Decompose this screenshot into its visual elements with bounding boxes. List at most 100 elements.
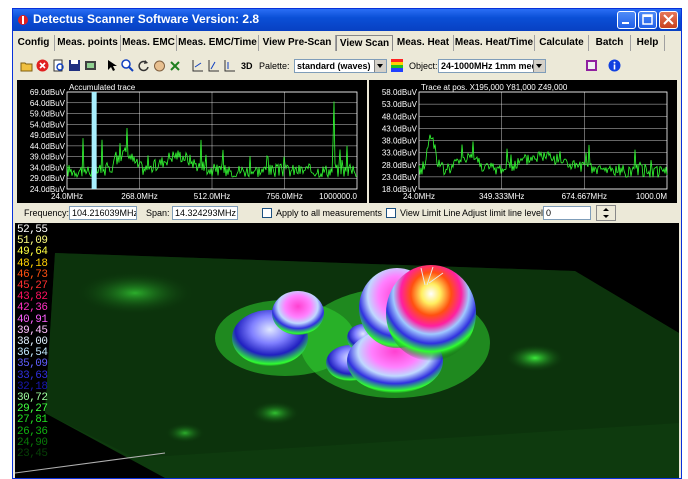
x-tick-label: 512.0MHz <box>194 192 230 201</box>
object-select-value: 24-1000MHz 1mm med <box>441 61 538 71</box>
y-tick-label: 59.0dBuV <box>30 110 66 119</box>
adjust-limit-label: Adjust limit line level: <box>462 208 546 218</box>
palette-colors-icon[interactable] <box>391 59 403 72</box>
x-tick-label: 1000000.0 <box>319 192 357 201</box>
menu-tab-meas-heat[interactable]: Meas. Heat <box>393 35 454 51</box>
title-bar[interactable]: Detectus Scanner Software Version: 2.8 <box>13 9 681 31</box>
color-scale-value: 35,09 <box>17 358 48 371</box>
y-tick-label: 49.0dBuV <box>30 131 66 140</box>
y-tick-label: 43.0dBuV <box>382 124 418 133</box>
graph-title: Accumulated trace <box>69 83 136 92</box>
export-icon[interactable] <box>84 59 97 72</box>
object-select[interactable]: 24-1000MHz 1mm med <box>438 59 546 73</box>
y-tick-label: 69.0dBuV <box>30 88 66 97</box>
axis-z-icon[interactable] <box>223 59 236 72</box>
frequency-input[interactable]: 104.216039MHz <box>69 206 137 220</box>
info-icon[interactable] <box>608 59 621 72</box>
y-tick-label: 64.0dBuV <box>30 99 66 108</box>
color-scale-value: 33,63 <box>17 369 48 382</box>
rotate-icon[interactable] <box>137 59 150 72</box>
frequency-label: Frequency: <box>24 208 70 218</box>
frequency-controls: Frequency: 104.216039MHz Span: 14.324293… <box>13 204 681 222</box>
y-tick-label: 39.0dBuV <box>30 153 66 162</box>
menu-tab-view-pre-scan[interactable]: View Pre-Scan <box>259 35 336 51</box>
y-tick-label: 48.0dBuV <box>382 112 418 121</box>
chevron-down-icon[interactable] <box>374 60 386 72</box>
apply-all-label: Apply to all measurements <box>276 208 383 218</box>
3d-surface-plot[interactable] <box>15 223 679 478</box>
x-tick-label: 24.0MHz <box>403 192 435 201</box>
axis-x-icon[interactable] <box>191 59 204 72</box>
y-tick-label: 28.0dBuV <box>382 161 418 170</box>
color-scale-value: 42,36 <box>17 302 48 315</box>
palette-select[interactable]: standard (waves) <box>294 59 387 73</box>
y-tick-label: 29.0dBuV <box>30 174 66 183</box>
chevron-down-icon[interactable] <box>533 60 545 72</box>
close-icon <box>663 14 674 25</box>
open-folder-icon[interactable] <box>20 59 33 72</box>
menu-tab-view-scan[interactable]: View Scan <box>336 35 393 51</box>
x-tick-label: 349.333MHz <box>479 192 524 201</box>
adjust-limit-input[interactable]: 0 <box>543 206 591 220</box>
y-tick-label: 58.0dBuV <box>382 88 418 97</box>
surface-peak <box>272 291 324 335</box>
menu-tab-meas-heat-time[interactable]: Meas. Heat/Time <box>454 35 535 51</box>
menu-tab-meas-emc[interactable]: Meas. EMC <box>121 35 177 51</box>
position-trace-graph[interactable]: 58.0dBuV 53.0dBuV 48.0dBuV 43.0dBuV 38.0dBuV… <box>369 80 677 203</box>
pan-hand-icon[interactable] <box>153 59 166 72</box>
zoom-icon[interactable] <box>121 59 134 72</box>
y-tick-label: 34.0dBuV <box>30 163 66 172</box>
menu-bar: Config Meas. points Meas. EMC Meas. EMC/Tim… <box>13 33 681 53</box>
spinner-arrows-icon <box>603 208 609 218</box>
menu-tab-meas-points[interactable]: Meas. points <box>55 35 121 51</box>
color-scale-value: 49,64 <box>17 246 48 259</box>
menu-tab-calculate[interactable]: Calculate <box>535 35 589 51</box>
minimize-button[interactable] <box>617 11 636 29</box>
3d-toggle[interactable]: 3D <box>241 61 253 71</box>
pointer-icon[interactable] <box>105 59 118 72</box>
surface-bump-bottom-left <box>165 423 205 443</box>
surface-bump-right <box>505 344 565 372</box>
minimize-icon <box>622 22 629 24</box>
color-scale-value: 23,45 <box>17 448 48 460</box>
graph-title: Trace at pos. X195,000 Y81,000 Z49,000 <box>421 83 568 92</box>
main-window: Detectus Scanner Software Version: 2.8 C… <box>12 8 682 479</box>
y-tick-label: 33.0dBuV <box>382 149 418 158</box>
menu-tab-help[interactable]: Help <box>631 35 665 51</box>
settings-icon[interactable] <box>585 59 598 72</box>
toolbar: 3D Palette: standard (waves) Object: 24-… <box>13 54 681 78</box>
y-tick-label: 54.0dBuV <box>30 120 66 129</box>
close-button[interactable] <box>659 11 678 29</box>
palette-label: Palette: <box>259 61 290 71</box>
window-title: Detectus Scanner Software Version: 2.8 <box>33 12 260 26</box>
3d-surface-view[interactable]: 52,55 51,09 49,64 48,18 46,73 45,27 43,82 42,36… <box>15 223 679 478</box>
maximize-button[interactable] <box>638 11 657 29</box>
menu-tab-meas-emc-time[interactable]: Meas. EMC/Time <box>177 35 259 51</box>
x-tick-label: 1000.0M <box>636 192 667 201</box>
app-icon <box>18 15 28 25</box>
span-label: Span: <box>146 208 170 218</box>
x-tick-label: 24.0MHz <box>51 192 83 201</box>
surface-main-peak <box>386 265 476 361</box>
print-preview-icon[interactable] <box>52 59 65 72</box>
menu-tab-batch[interactable]: Batch <box>589 35 631 51</box>
span-input[interactable]: 14.324293MHz <box>172 206 238 220</box>
tools-icon[interactable] <box>169 59 182 72</box>
y-tick-label: 38.0dBuV <box>382 137 418 146</box>
surface-bump-bottom <box>250 401 300 425</box>
save-icon[interactable] <box>68 59 81 72</box>
trace-line <box>418 134 668 178</box>
x-tick-label: 756.0MHz <box>266 192 302 201</box>
stop-icon[interactable] <box>36 59 49 72</box>
axis-y-icon[interactable] <box>207 59 220 72</box>
color-scale-value: 26,36 <box>17 425 48 438</box>
frequency-marker[interactable] <box>91 92 97 189</box>
menu-tab-config[interactable]: Config <box>13 35 55 51</box>
maximize-icon <box>642 14 653 25</box>
limit-level-spinner[interactable] <box>596 205 616 221</box>
view-limit-checkbox[interactable] <box>386 208 396 218</box>
apply-all-checkbox[interactable] <box>262 208 272 218</box>
view-limit-label: View Limit Line <box>400 208 461 218</box>
y-tick-label: 44.0dBuV <box>30 142 66 151</box>
accumulated-trace-graph[interactable]: 69.0dBuV 64.0dBuV 59.0dBuV54.0dBuV 49.0dBuV… <box>17 80 367 203</box>
